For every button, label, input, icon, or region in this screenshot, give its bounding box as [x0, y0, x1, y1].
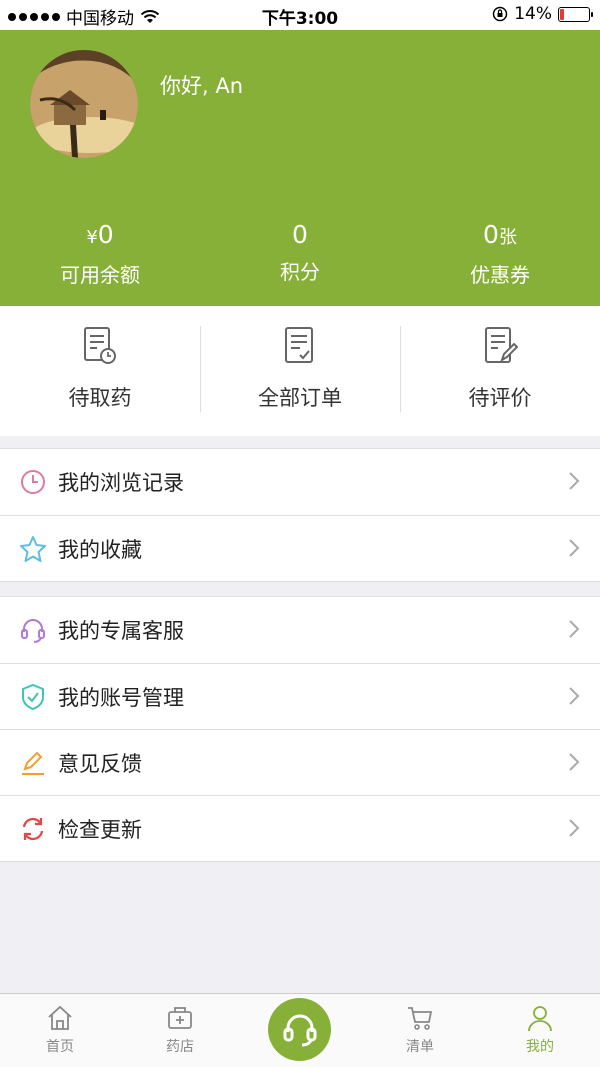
- medicine-box-icon: [168, 1007, 192, 1029]
- tab-bar: 首页 药店 清单 我的: [0, 993, 600, 1067]
- coupons-unit: 张: [498, 227, 517, 248]
- menu-label: 意见反馈: [58, 751, 142, 776]
- chevron-right-icon: [569, 819, 580, 837]
- tab-home[interactable]: 首页: [0, 994, 120, 1067]
- menu-label: 检查更新: [58, 817, 142, 842]
- menu-item-browsing-history[interactable]: 我的浏览记录: [0, 449, 600, 515]
- user-icon: [528, 1006, 552, 1032]
- tab-label: 首页: [46, 1039, 74, 1055]
- clock-document-icon: [84, 327, 116, 364]
- pencil-icon: [18, 748, 48, 778]
- pending-pickup-button[interactable]: 待取药: [0, 306, 200, 436]
- pending-review-button[interactable]: 待评价: [400, 306, 600, 436]
- cart-icon: [408, 1007, 433, 1030]
- all-orders-button[interactable]: 全部订单: [200, 306, 400, 436]
- refresh-icon: [18, 814, 48, 844]
- currency-symbol: ¥: [86, 227, 98, 248]
- menu-label: 我的浏览记录: [58, 471, 184, 495]
- balance-value: 0: [97, 220, 114, 249]
- pending-pickup-label: 待取药: [68, 386, 132, 410]
- chevron-right-icon: [569, 620, 580, 638]
- menu-label: 我的收藏: [58, 537, 142, 562]
- orders-row: 待取药 全部订单 待评价: [0, 306, 600, 436]
- status-bar: 中国移动 下午3:00 14%: [0, 0, 600, 30]
- star-icon: [18, 534, 48, 564]
- battery-icon: [558, 6, 593, 22]
- tab-label: 我的: [526, 1039, 554, 1055]
- menu-label: 我的专属客服: [58, 619, 184, 643]
- orientation-lock-icon: [492, 6, 508, 22]
- points-value: 0: [292, 220, 308, 249]
- clock-icon: [18, 467, 48, 497]
- tab-service[interactable]: [240, 994, 360, 1067]
- menu-label: 我的账号管理: [58, 685, 184, 710]
- customer-service-button[interactable]: [268, 998, 331, 1061]
- menu-item-customer-service[interactable]: 我的专属客服: [0, 597, 600, 663]
- chevron-right-icon: [569, 687, 580, 705]
- all-orders-label: 全部订单: [258, 386, 342, 410]
- tab-cart[interactable]: 清单: [360, 994, 480, 1067]
- coupons-stat[interactable]: 0张 优惠券: [400, 220, 600, 288]
- home-icon: [48, 1005, 72, 1030]
- headset-icon: [18, 615, 48, 645]
- greeting: 你好, An: [160, 74, 244, 98]
- pending-review-label: 待评价: [468, 386, 532, 410]
- menu-item-feedback[interactable]: 意见反馈: [0, 729, 600, 795]
- menu-group-account: 我的专属客服 我的账号管理 意见反馈 检查更新: [0, 596, 600, 862]
- menu-item-check-update[interactable]: 检查更新: [0, 795, 600, 861]
- headset-icon: [283, 1014, 316, 1046]
- chevron-right-icon: [569, 753, 580, 771]
- check-document-icon: [285, 327, 313, 363]
- tab-mine[interactable]: 我的: [480, 994, 600, 1067]
- menu-item-favorites[interactable]: 我的收藏: [0, 515, 600, 581]
- menu-item-account-management[interactable]: 我的账号管理: [0, 663, 600, 729]
- points-stat[interactable]: 0 积分: [200, 220, 400, 288]
- balance-label: 可用余额: [60, 263, 140, 287]
- points-label: 积分: [280, 260, 320, 284]
- edit-document-icon: [485, 327, 518, 363]
- coupons-label: 优惠券: [470, 263, 530, 287]
- tab-label: 清单: [406, 1039, 434, 1055]
- chevron-right-icon: [569, 472, 580, 490]
- chevron-right-icon: [569, 539, 580, 557]
- tab-label: 药店: [166, 1039, 194, 1055]
- tab-pharmacy[interactable]: 药店: [120, 994, 240, 1067]
- menu-group-history: 我的浏览记录 我的收藏: [0, 448, 600, 582]
- balance-stat[interactable]: ¥0 可用余额: [0, 220, 200, 288]
- profile-header: 你好, An ¥0 可用余额 0 积分 0张 优惠券: [0, 30, 600, 306]
- battery-percent: 14%: [514, 4, 552, 24]
- coupons-value: 0: [483, 220, 499, 249]
- shield-icon: [18, 682, 48, 712]
- avatar[interactable]: [30, 50, 138, 158]
